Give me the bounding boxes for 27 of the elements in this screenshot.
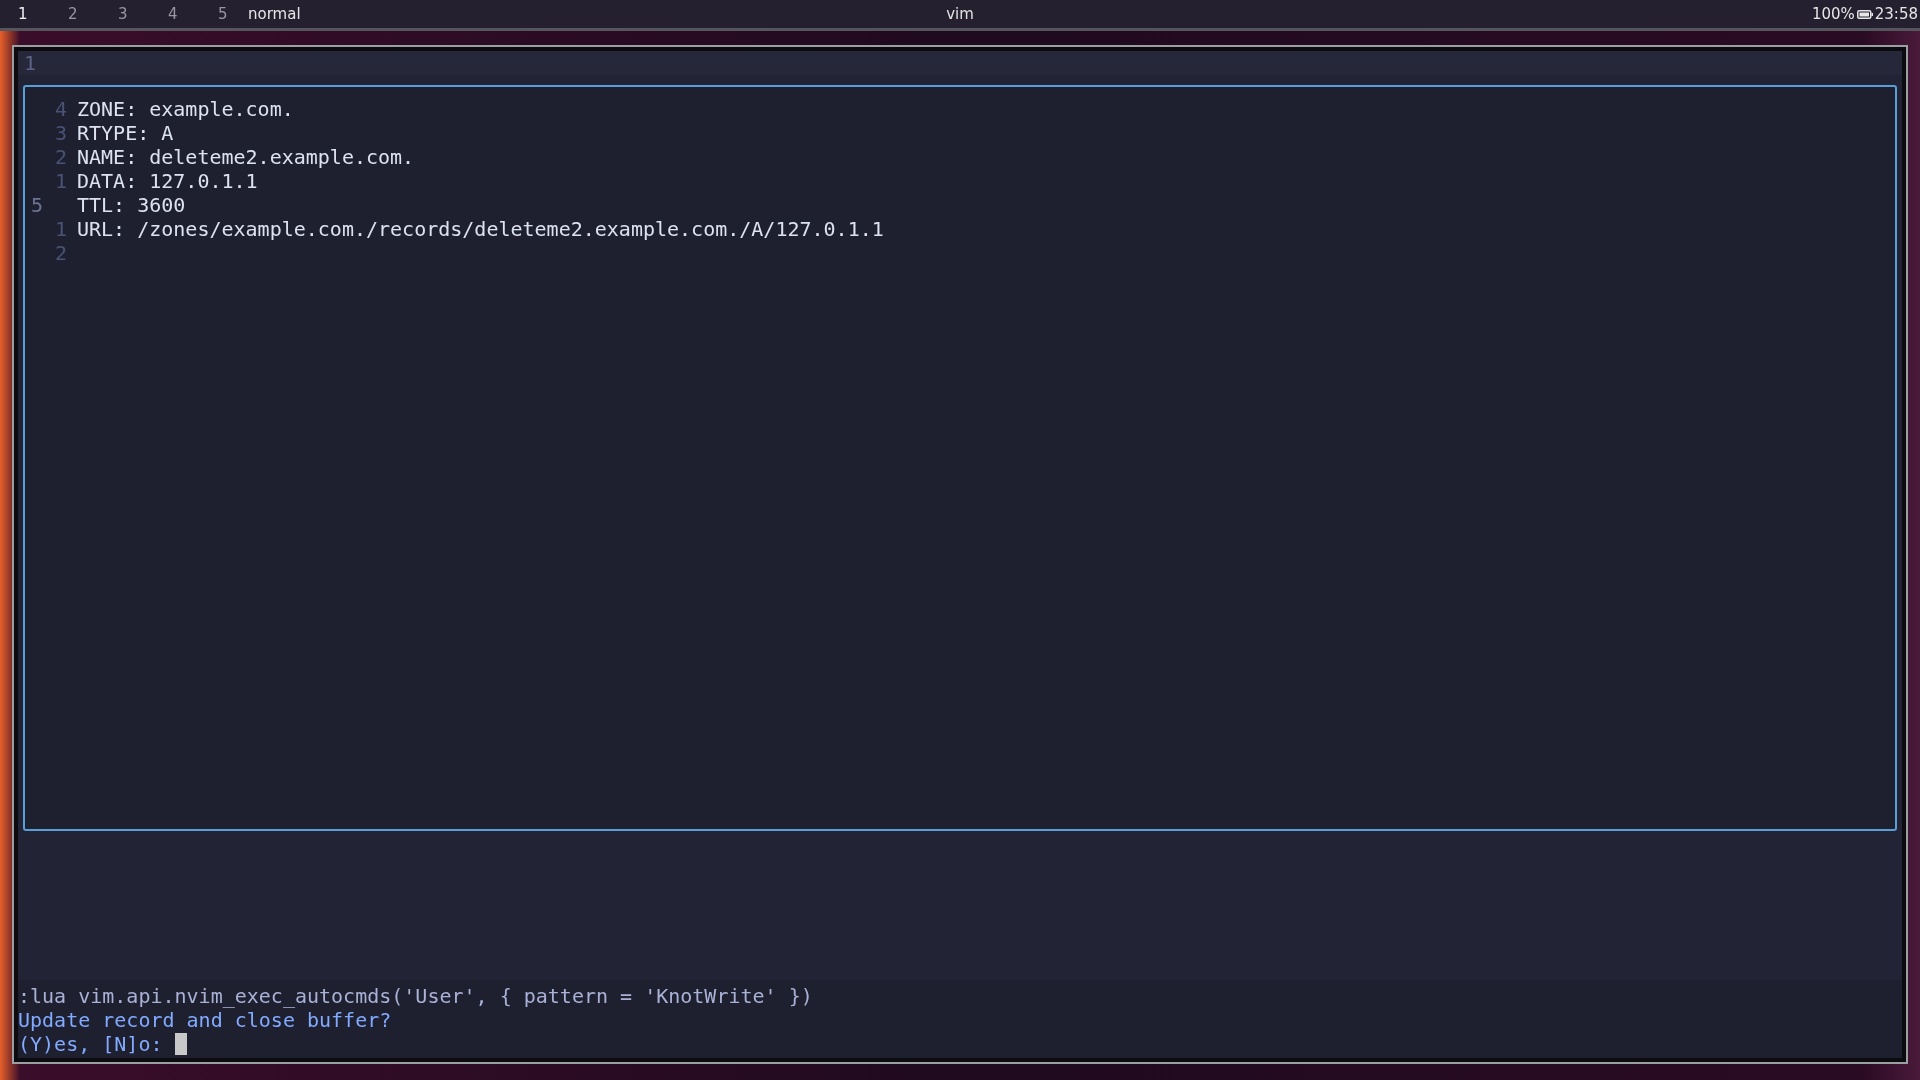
line-number: 1 (24, 51, 37, 75)
line-number: 2 (54, 145, 67, 169)
prompt-message: Update record and close buffer? (18, 1008, 393, 1032)
input-prompt: (Y)es, [N]o: (18, 1032, 163, 1056)
code-line: RTYPE: A (77, 121, 174, 145)
code-line: URL: /zones/example.com./records/deleteme2.example.com./A/127.0.1.1 (77, 217, 884, 241)
code-line: DATA: 127.0.1.1 (77, 169, 258, 193)
workspace-button[interactable]: 1 (18, 2, 68, 26)
workspace-button[interactable]: 4 (168, 2, 218, 26)
line-number: 4 (54, 97, 67, 121)
line-number: 2 (54, 241, 67, 265)
command-line: :lua vim.api.nvim_exec_autocmds('User', { pattern = 'KnotWrite' }) (18, 984, 814, 1008)
battery-percent: 100% (1811, 3, 1855, 25)
cursor-block (174, 1033, 187, 1055)
workspace-button[interactable]: 3 (118, 2, 168, 26)
battery-icon (1856, 9, 1873, 19)
line-number: 5 (31, 193, 44, 217)
line-number: 1 (54, 169, 67, 193)
workspace-button[interactable]: 2 (68, 2, 118, 26)
mode-indicator: normal (248, 3, 301, 25)
clock: 23:58 (1874, 3, 1918, 25)
line-number: 3 (54, 121, 67, 145)
code-line: TTL: 3600 (77, 193, 186, 217)
code-line: NAME: deleteme2.example.com. (77, 145, 415, 169)
code-line: ZONE: example.com. (77, 97, 294, 121)
window-title: vim (946, 3, 974, 25)
line-number: 1 (54, 217, 67, 241)
